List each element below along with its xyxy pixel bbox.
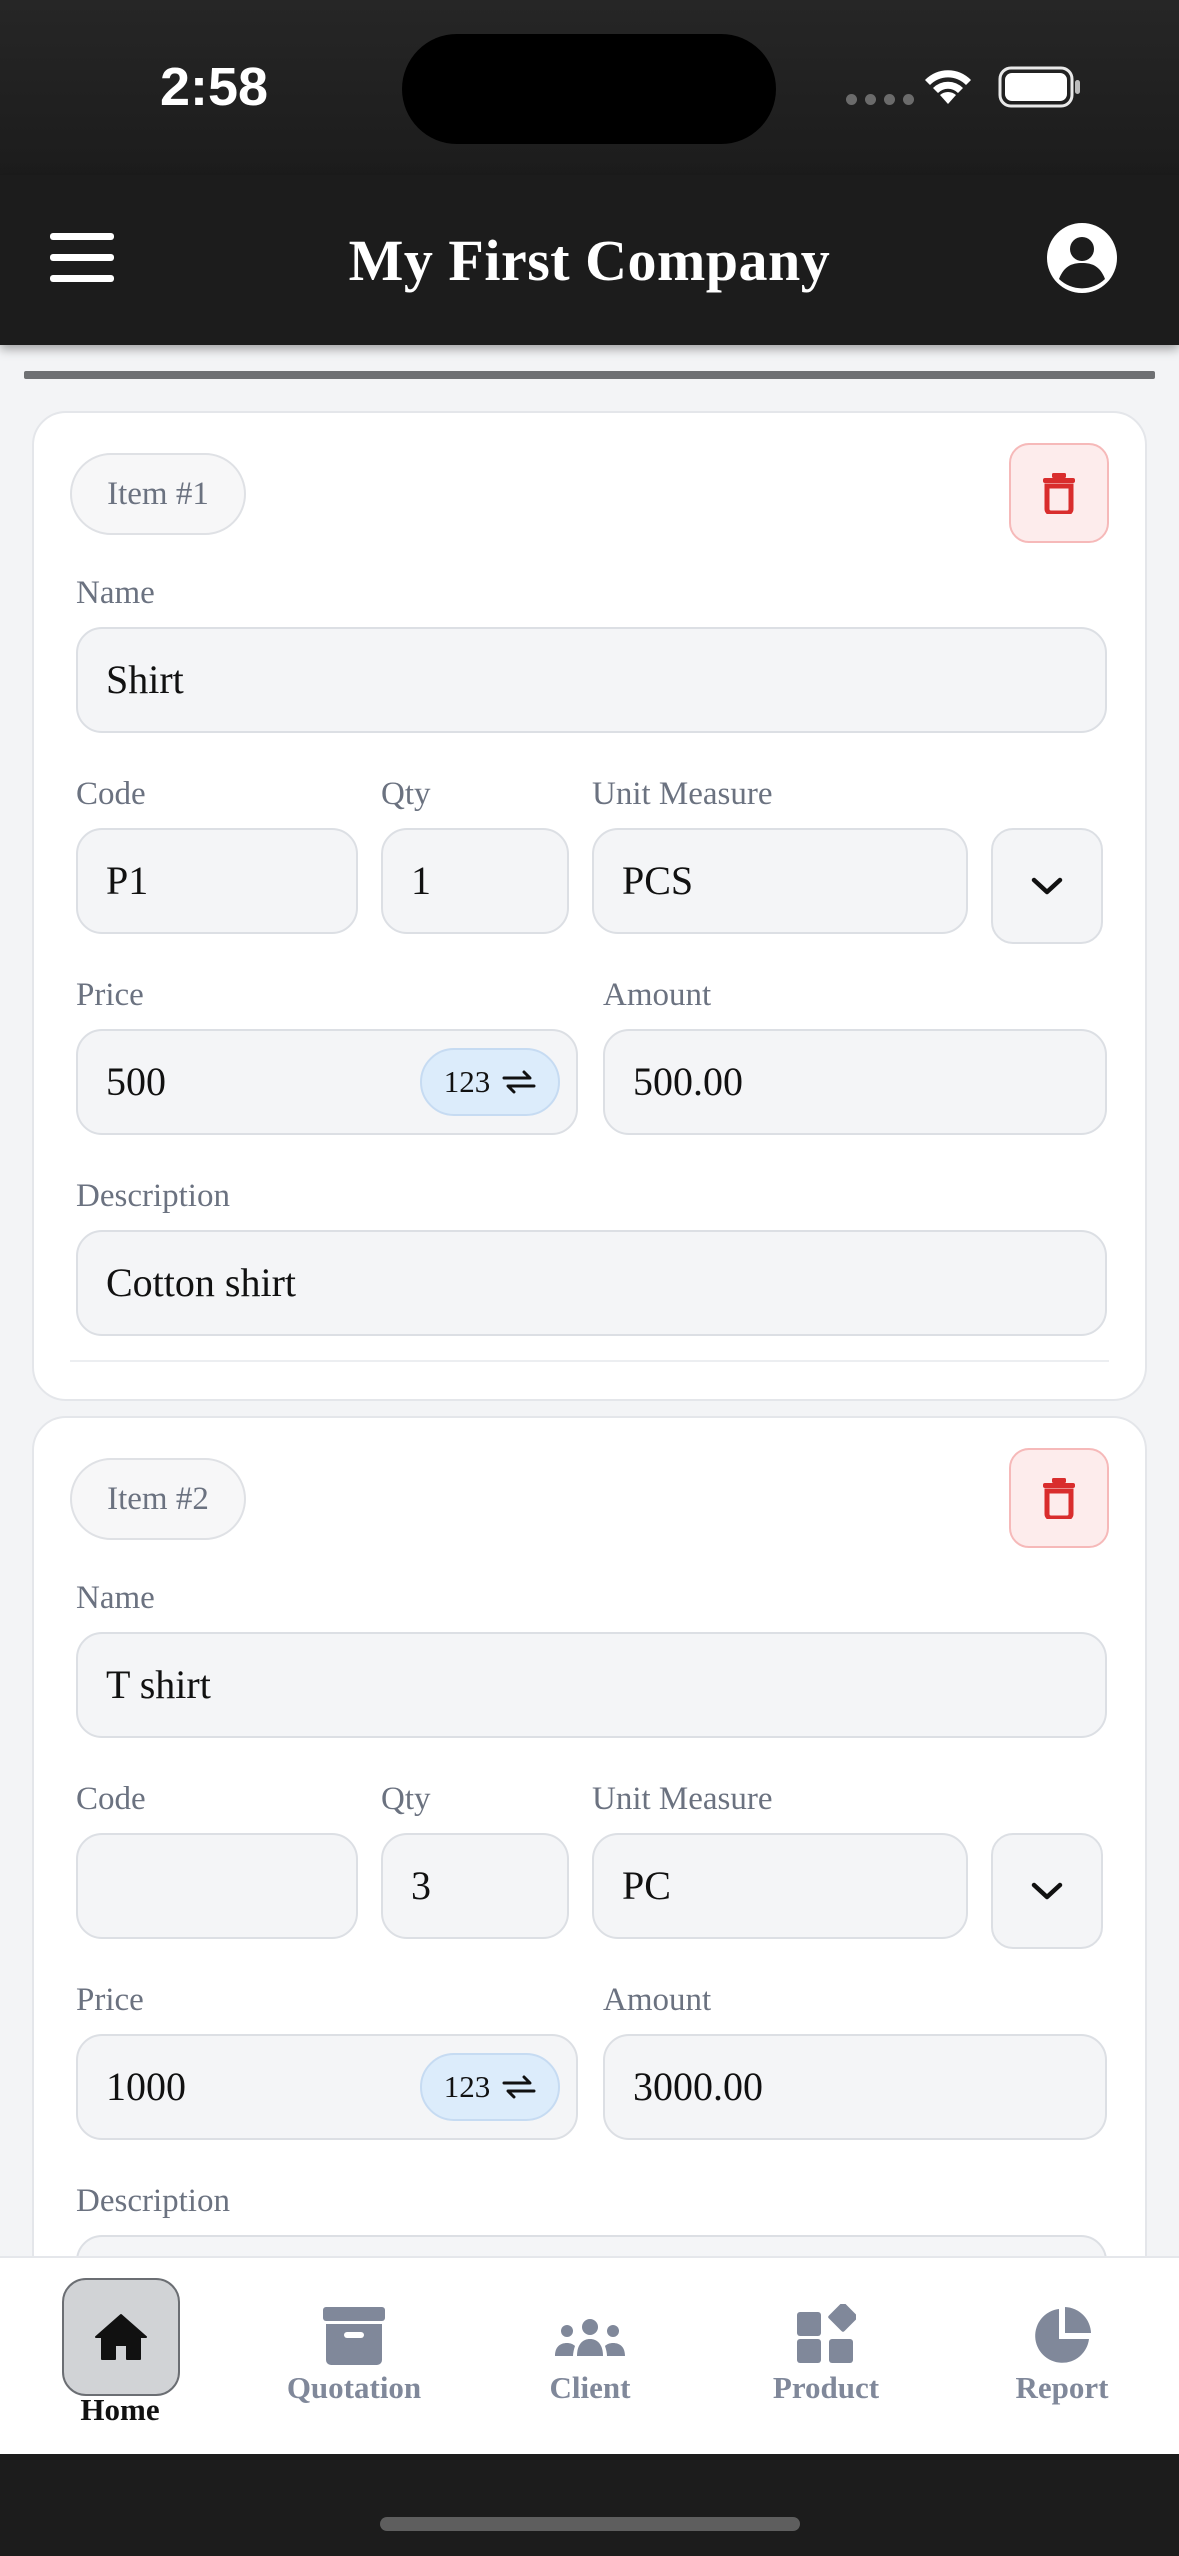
qty-label: Qty — [381, 776, 431, 812]
price-label: Price — [76, 1982, 144, 2018]
keypad-toggle-button[interactable]: 123 — [420, 2053, 560, 2121]
tab-client[interactable]: Client — [472, 2258, 708, 2456]
tab-quotation-label: Quotation — [286, 2370, 422, 2405]
cellular-signal-icon — [846, 94, 914, 105]
delete-item-button[interactable] — [1009, 443, 1109, 543]
tab-report-label: Report — [1015, 2370, 1109, 2405]
chevron-down-icon — [1031, 877, 1063, 895]
item-number-badge: Item #1 — [70, 453, 246, 535]
code-input[interactable] — [76, 1833, 358, 1939]
unit-measure-dropdown-button[interactable] — [991, 828, 1103, 944]
keypad-toggle-label: 123 — [443, 2069, 491, 2104]
tab-client-label: Client — [549, 2370, 631, 2405]
form-progress-line — [24, 371, 1155, 379]
unit-measure-label: Unit Measure — [592, 776, 773, 812]
code-input[interactable]: P1 — [76, 828, 358, 934]
app-header: My First Company — [0, 175, 1179, 345]
tab-quotation[interactable]: Quotation — [236, 2258, 472, 2456]
trash-icon — [1043, 1478, 1075, 1519]
pie-chart-icon — [1035, 2307, 1091, 2363]
amount-input[interactable]: 500.00 — [603, 1029, 1107, 1135]
status-time: 2:58 — [160, 57, 269, 117]
tab-home-label: Home — [80, 2392, 160, 2427]
name-input[interactable]: Shirt — [76, 627, 1107, 733]
chevron-down-icon — [1031, 1882, 1063, 1900]
keypad-toggle-label: 123 — [443, 1064, 491, 1099]
unit-measure-input[interactable]: PCS — [592, 828, 968, 934]
archive-icon — [323, 2307, 385, 2365]
item-card-1: Item #1 Name Shirt Code P1 Qty 1 Unit Me… — [32, 411, 1147, 1401]
tab-home[interactable]: Home — [2, 2258, 238, 2456]
unit-measure-input[interactable]: PC — [592, 1833, 968, 1939]
tab-product[interactable]: Product — [708, 2258, 944, 2456]
name-input[interactable]: T shirt — [76, 1632, 1107, 1738]
swap-icon — [502, 2075, 536, 2099]
home-tab-highlight — [62, 2278, 180, 2396]
code-label: Code — [76, 1781, 146, 1817]
item-number-badge: Item #2 — [70, 1458, 246, 1540]
tab-product-label: Product — [772, 2370, 880, 2405]
swap-icon — [502, 1070, 536, 1094]
qty-label: Qty — [381, 1781, 431, 1817]
delete-item-button[interactable] — [1009, 1448, 1109, 1548]
keypad-toggle-button[interactable]: 123 — [420, 1048, 560, 1116]
shapes-icon — [797, 2304, 856, 2363]
profile-icon[interactable] — [1046, 222, 1118, 294]
trash-icon — [1043, 473, 1075, 514]
amount-label: Amount — [603, 1982, 712, 2018]
bottom-tab-bar: Home Quotation Client Product Report — [0, 2256, 1179, 2454]
price-label: Price — [76, 977, 144, 1013]
unit-measure-label: Unit Measure — [592, 1781, 773, 1817]
name-label: Name — [76, 575, 155, 611]
amount-input[interactable]: 3000.00 — [603, 2034, 1107, 2140]
name-label: Name — [76, 1580, 155, 1616]
description-label: Description — [76, 2183, 230, 2219]
description-label: Description — [76, 1178, 230, 1214]
status-bar: 2:58 — [0, 0, 1179, 175]
card-divider — [70, 1360, 1109, 1362]
unit-measure-dropdown-button[interactable] — [991, 1833, 1103, 1949]
system-bottom-area — [0, 2454, 1179, 2556]
tab-report[interactable]: Report — [944, 2258, 1179, 2456]
home-indicator[interactable] — [380, 2517, 800, 2531]
qty-input[interactable]: 1 — [381, 828, 569, 934]
company-title: My First Company — [348, 228, 831, 293]
qty-input[interactable]: 3 — [381, 1833, 569, 1939]
description-input[interactable]: Cotton shirt — [76, 1230, 1107, 1336]
home-icon — [95, 2314, 147, 2360]
wifi-icon — [925, 70, 971, 104]
dynamic-island — [402, 34, 776, 144]
code-label: Code — [76, 776, 146, 812]
users-icon — [555, 2319, 625, 2356]
amount-label: Amount — [603, 977, 712, 1013]
battery-icon — [998, 66, 1080, 108]
